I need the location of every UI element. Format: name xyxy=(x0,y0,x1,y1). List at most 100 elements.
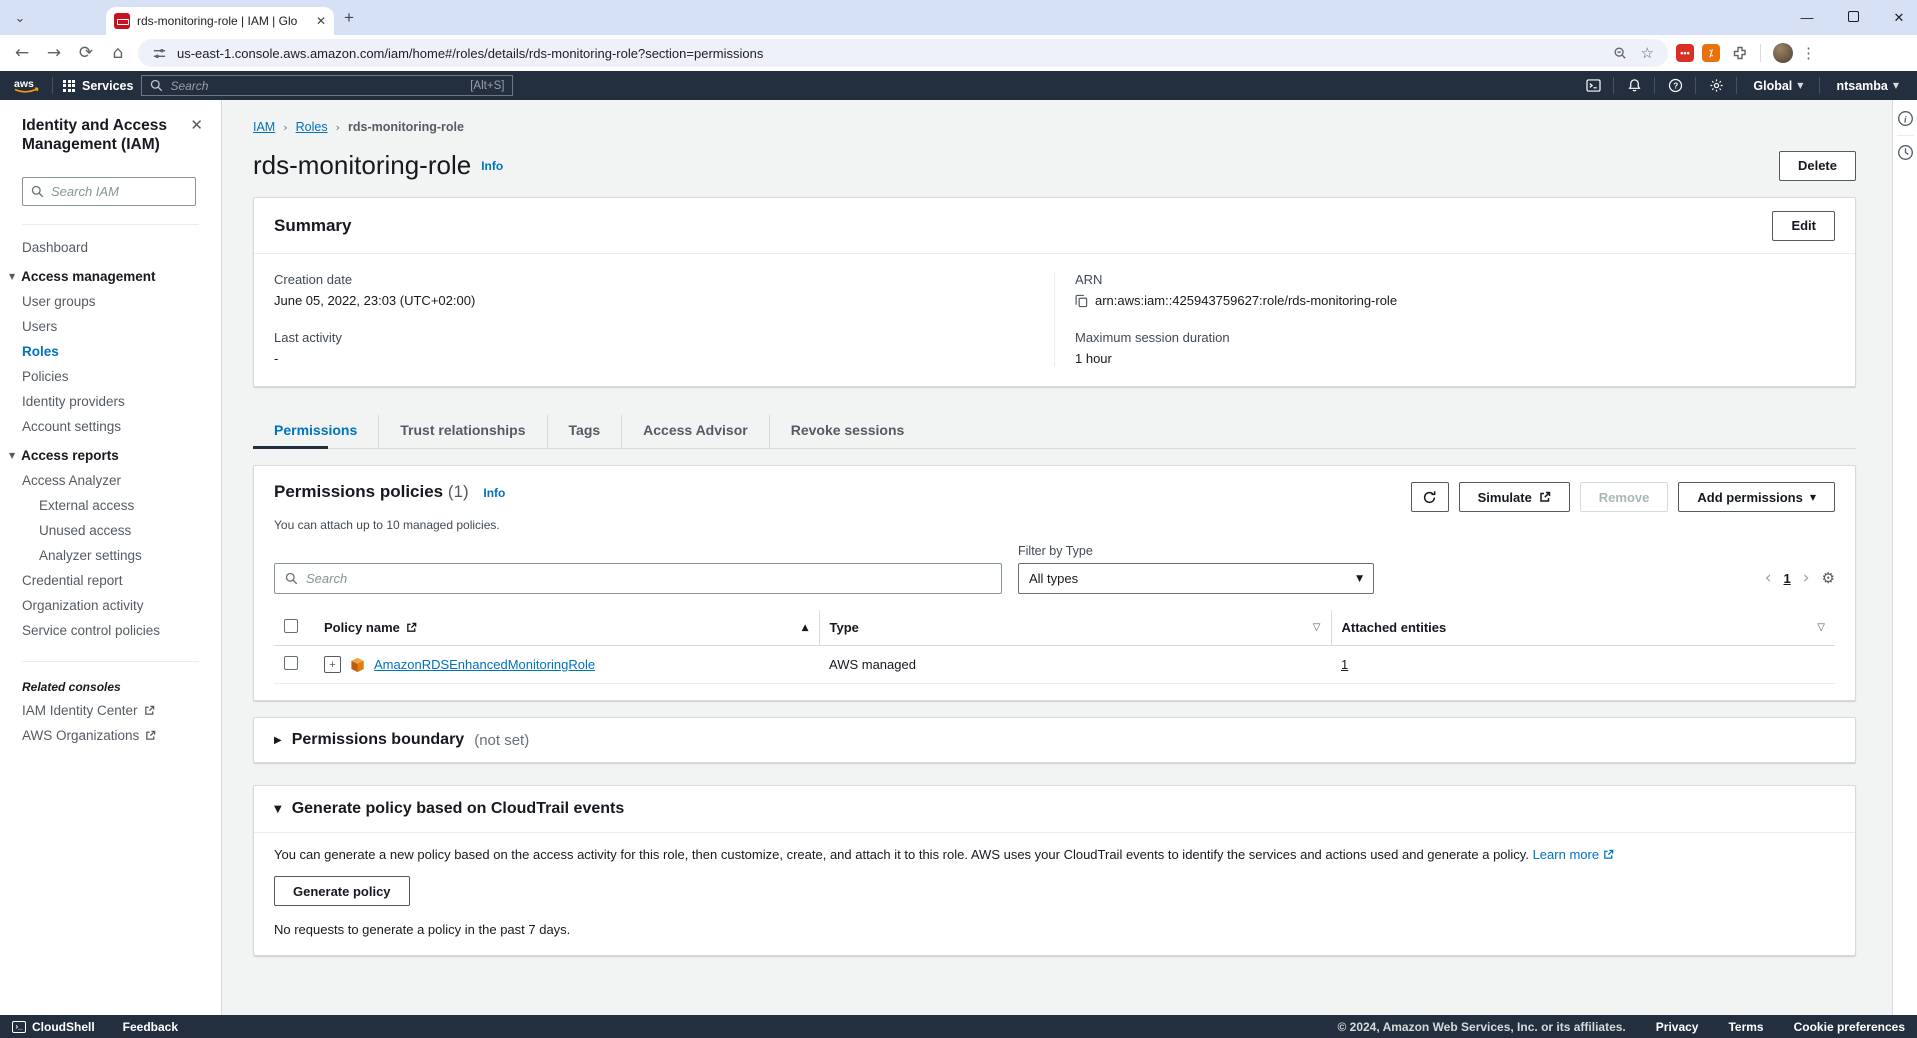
simulate-button[interactable]: Simulate xyxy=(1459,482,1570,512)
sidebar-item-dashboard[interactable]: Dashboard xyxy=(0,235,221,260)
generate-policy-header[interactable]: ▼ Generate policy based on CloudTrail ev… xyxy=(254,786,1855,833)
policies-search[interactable] xyxy=(274,563,1002,594)
aws-search-bar[interactable]: [Alt+S] xyxy=(141,75,513,96)
forward-icon[interactable]: → xyxy=(42,43,66,63)
sidebar-item-iam-identity-center[interactable]: IAM Identity Center xyxy=(0,698,221,723)
pagination-prev-icon[interactable]: ‹ xyxy=(1765,570,1772,587)
reload-icon[interactable]: ⟳ xyxy=(74,43,98,63)
sidebar-item-roles[interactable]: Roles xyxy=(0,339,221,364)
sidebar-section-access-reports[interactable]: ▼ Access reports xyxy=(0,439,221,468)
chevron-down-icon: ▼ xyxy=(9,451,15,460)
sidebar-search[interactable] xyxy=(22,177,196,206)
browser-tab[interactable]: rds-monitoring-role | IAM | Glo ✕ xyxy=(106,7,334,35)
info-panel-icon[interactable]: i xyxy=(1897,110,1914,127)
row-checkbox[interactable] xyxy=(284,656,298,670)
table-settings-gear-icon[interactable]: ⚙ xyxy=(1822,569,1835,587)
sidebar-section-access-management[interactable]: ▼ Access management xyxy=(0,260,221,289)
tab-access-advisor[interactable]: Access Advisor xyxy=(621,415,769,448)
remove-button[interactable]: Remove xyxy=(1580,482,1669,512)
sidebar-item-user-groups[interactable]: User groups xyxy=(0,289,221,314)
select-all-checkbox[interactable] xyxy=(284,619,298,633)
filter-icon[interactable]: ▽ xyxy=(1313,622,1321,633)
zoom-page-icon[interactable] xyxy=(1613,46,1627,60)
url-text[interactable]: us-east-1.console.aws.amazon.com/iam/hom… xyxy=(177,46,1603,61)
back-icon[interactable]: ← xyxy=(10,43,34,63)
new-tab-button[interactable]: + xyxy=(344,8,354,28)
permissions-boundary-card[interactable]: ▶ Permissions boundary (not set) xyxy=(253,717,1856,763)
column-attached-entities[interactable]: Attached entities xyxy=(1342,620,1447,635)
sidebar-item-credential-report[interactable]: Credential report xyxy=(0,568,221,593)
terms-link[interactable]: Terms xyxy=(1728,1020,1763,1034)
sidebar-item-analyzer-settings[interactable]: Analyzer settings xyxy=(0,543,221,568)
policies-info-link[interactable]: Info xyxy=(483,486,505,500)
extensions-puzzle-icon[interactable] xyxy=(1732,45,1748,61)
sidebar-item-organization-activity[interactable]: Organization activity xyxy=(0,593,221,618)
delete-button[interactable]: Delete xyxy=(1779,151,1856,181)
tab-search-icon[interactable]: ⌄ xyxy=(8,7,32,29)
sidebar-item-users[interactable]: Users xyxy=(0,314,221,339)
window-close-icon[interactable]: ✕ xyxy=(1891,10,1907,26)
filter-icon[interactable]: ▽ xyxy=(1817,622,1825,633)
site-settings-icon[interactable] xyxy=(152,46,167,61)
sidebar-item-aws-organizations[interactable]: AWS Organizations xyxy=(0,723,221,748)
window-maximize-icon[interactable] xyxy=(1848,11,1859,22)
help-icon[interactable]: ? xyxy=(1665,78,1685,93)
privacy-link[interactable]: Privacy xyxy=(1656,1020,1699,1034)
services-grid-icon xyxy=(63,80,75,92)
account-menu[interactable]: ntsamba ▼ xyxy=(1830,79,1905,93)
home-icon[interactable]: ⌂ xyxy=(106,43,130,63)
sidebar-close-icon[interactable]: ✕ xyxy=(190,116,203,155)
learn-more-link[interactable]: Learn more xyxy=(1533,847,1614,862)
breadcrumb-roles[interactable]: Roles xyxy=(296,120,328,134)
sidebar-item-account-settings[interactable]: Account settings xyxy=(0,414,221,439)
tab-close-icon[interactable]: ✕ xyxy=(316,14,326,28)
column-type[interactable]: Type xyxy=(830,620,859,635)
extension-red-icon[interactable]: ••• xyxy=(1676,44,1694,62)
sidebar-item-access-analyzer[interactable]: Access Analyzer xyxy=(0,468,221,493)
feedback-button[interactable]: Feedback xyxy=(123,1020,178,1034)
tab-trust-relationships[interactable]: Trust relationships xyxy=(378,415,546,448)
column-policy-name[interactable]: Policy name xyxy=(324,620,400,635)
sidebar-search-input[interactable] xyxy=(51,184,187,199)
generate-policy-button[interactable]: Generate policy xyxy=(274,876,410,906)
sidebar-item-external-access[interactable]: External access xyxy=(0,493,221,518)
settings-gear-icon[interactable] xyxy=(1706,78,1726,93)
extension-orange-icon[interactable]: ⁒ xyxy=(1702,44,1720,62)
aws-search-input[interactable] xyxy=(170,79,463,93)
region-selector[interactable]: Global ▼ xyxy=(1747,79,1809,93)
attached-entities-link[interactable]: 1 xyxy=(1341,657,1348,672)
title-info-link[interactable]: Info xyxy=(481,159,503,173)
policies-search-input[interactable] xyxy=(306,571,991,586)
url-bar[interactable]: us-east-1.console.aws.amazon.com/iam/hom… xyxy=(138,39,1668,67)
cloudshell-footer-button[interactable]: ›_ CloudShell xyxy=(12,1020,95,1034)
recent-activity-icon[interactable] xyxy=(1897,144,1914,161)
breadcrumb-iam[interactable]: IAM xyxy=(253,120,275,134)
sort-ascending-icon[interactable]: ▲ xyxy=(802,623,809,633)
sidebar-item-policies[interactable]: Policies xyxy=(0,364,221,389)
sidebar-item-identity-providers[interactable]: Identity providers xyxy=(0,389,221,414)
pagination-page-number[interactable]: 1 xyxy=(1784,571,1791,586)
cloudshell-icon[interactable] xyxy=(1583,79,1603,92)
policy-name-link[interactable]: AmazonRDSEnhancedMonitoringRole xyxy=(374,657,595,672)
tab-tags[interactable]: Tags xyxy=(547,415,622,448)
edit-button[interactable]: Edit xyxy=(1772,211,1835,241)
browser-profile-avatar[interactable] xyxy=(1773,43,1793,63)
last-activity-label: Last activity xyxy=(274,330,1034,345)
bookmark-star-icon[interactable]: ☆ xyxy=(1641,44,1654,62)
browser-menu-icon[interactable]: ⋮ xyxy=(1801,44,1816,62)
sidebar-item-unused-access[interactable]: Unused access xyxy=(0,518,221,543)
copy-icon[interactable] xyxy=(1075,294,1088,308)
sidebar-item-service-control-policies[interactable]: Service control policies xyxy=(0,618,221,643)
services-menu[interactable]: Services xyxy=(63,79,133,93)
pagination-next-icon[interactable]: › xyxy=(1803,570,1810,587)
window-minimize-icon[interactable]: — xyxy=(1799,10,1815,25)
add-permissions-button[interactable]: Add permissions ▼ xyxy=(1678,482,1835,512)
refresh-button[interactable] xyxy=(1411,482,1449,512)
type-filter-select[interactable]: All types ▼ xyxy=(1018,563,1374,594)
notifications-bell-icon[interactable] xyxy=(1624,78,1644,93)
aws-logo[interactable]: aws xyxy=(12,76,42,95)
expand-row-icon[interactable]: + xyxy=(324,656,341,673)
tab-revoke-sessions[interactable]: Revoke sessions xyxy=(769,415,926,448)
tab-permissions[interactable]: Permissions xyxy=(253,415,378,448)
cookie-preferences-link[interactable]: Cookie preferences xyxy=(1794,1020,1905,1034)
